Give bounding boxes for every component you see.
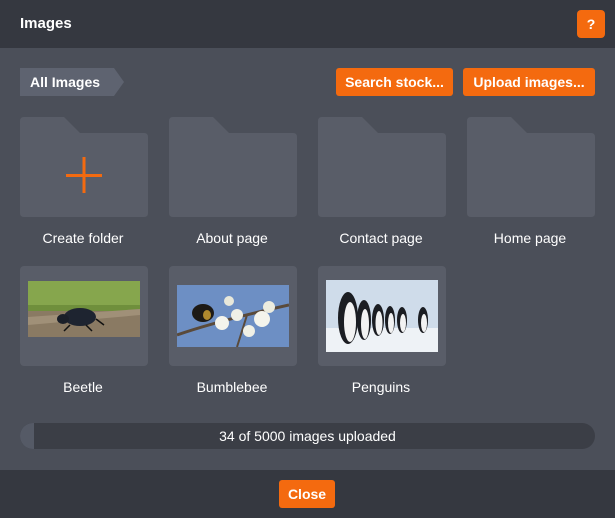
plus-icon (66, 157, 102, 193)
image-label: Bumblebee (196, 379, 268, 395)
folder-home-page[interactable] (467, 117, 595, 217)
beetle-image (28, 281, 140, 337)
image-label: Beetle (63, 379, 103, 395)
folder-icon (318, 117, 446, 217)
folder-label: Contact page (339, 230, 423, 246)
folder-about-page[interactable] (169, 117, 297, 217)
image-tile-bumblebee[interactable] (169, 266, 297, 366)
penguins-image (326, 280, 438, 352)
folder-contact-page[interactable] (318, 117, 446, 217)
folder-label: About page (196, 230, 268, 246)
help-button[interactable]: ? (577, 10, 605, 38)
folder-label: Home page (493, 230, 567, 246)
dialog-title: Images (20, 15, 72, 32)
upload-progress-text: 34 of 5000 images uploaded (219, 428, 396, 444)
image-label: Penguins (351, 379, 411, 395)
upload-images-button[interactable]: Upload images... (463, 68, 595, 96)
folder-icon (169, 117, 297, 217)
dialog-header: Images ? (0, 0, 615, 48)
close-button[interactable]: Close (279, 480, 335, 508)
images-dialog: Images ? All Images Search stock... Uplo… (0, 0, 615, 518)
folder-icon (467, 117, 595, 217)
bumblebee-image (177, 285, 289, 347)
upload-progress-bar: 34 of 5000 images uploaded (20, 423, 595, 449)
breadcrumb-all-images[interactable]: All Images (20, 68, 125, 96)
image-tile-beetle[interactable] (20, 266, 148, 366)
dialog-footer: Close (0, 470, 615, 518)
search-stock-button[interactable]: Search stock... (336, 68, 453, 96)
create-folder-tile[interactable] (20, 117, 148, 217)
image-tile-penguins[interactable] (318, 266, 446, 366)
folder-label: Create folder (42, 230, 124, 246)
